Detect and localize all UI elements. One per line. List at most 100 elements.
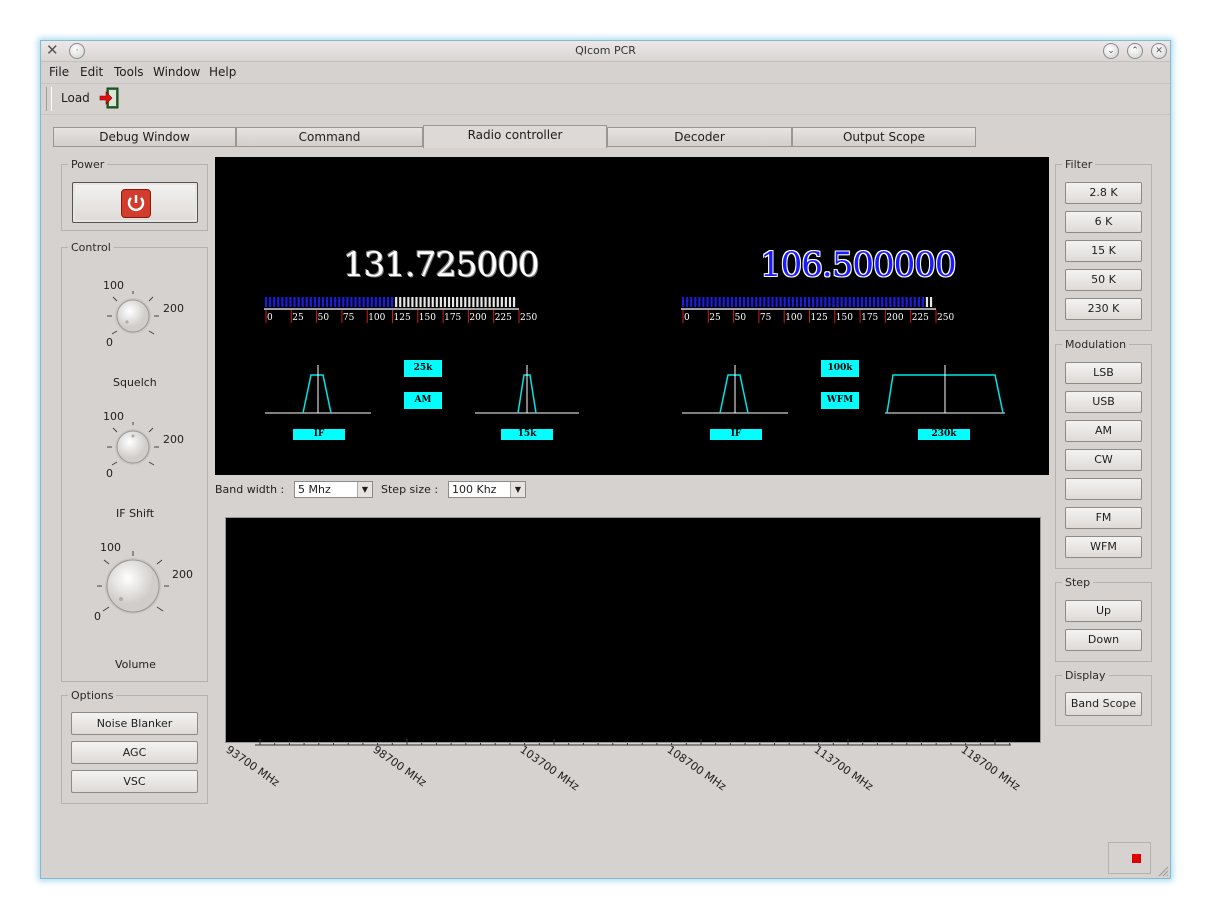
meter-bar: [297, 297, 300, 307]
am-button[interactable]: AM: [1065, 420, 1142, 442]
meter-tick-label: 150: [419, 313, 436, 323]
filter-6k-button[interactable]: 6 K: [1065, 211, 1142, 233]
volume-knob[interactable]: [95, 551, 171, 621]
meter-bar: [901, 297, 904, 307]
meter-bar: [512, 297, 516, 307]
meter-bar: [508, 297, 512, 307]
tab-decoder[interactable]: Decoder: [607, 127, 792, 147]
menu-edit[interactable]: Edit: [80, 65, 103, 79]
receiver-1-step-badge[interactable]: 25k: [404, 360, 442, 377]
meter-bar: [799, 297, 803, 307]
meter-bar: [909, 297, 912, 307]
meter-bar: [285, 297, 288, 307]
band-scope-button[interactable]: Band Scope: [1065, 692, 1142, 716]
meter-tick-label: 200: [886, 313, 903, 323]
chevron-down-icon[interactable]: ▼: [510, 482, 525, 497]
maximize-icon[interactable]: ⌃: [1127, 43, 1143, 59]
lsb-button[interactable]: LSB: [1065, 362, 1142, 384]
close-icon[interactable]: ✕: [1151, 43, 1167, 59]
if-shift-mid-label: 100: [103, 410, 124, 423]
blank-mode-button[interactable]: [1065, 478, 1142, 500]
band-scope-canvas[interactable]: [225, 517, 1041, 743]
meter-bar: [787, 297, 790, 307]
if-shift-min-label: 0: [106, 467, 113, 480]
tab-output-scope[interactable]: Output Scope: [792, 127, 976, 147]
cw-button[interactable]: CW: [1065, 449, 1142, 471]
noise-blanker-button[interactable]: Noise Blanker: [71, 712, 198, 735]
step-up-button[interactable]: Up: [1065, 600, 1142, 622]
meter-bar: [281, 297, 284, 307]
meter-bar: [431, 297, 434, 307]
tab-radio-controller[interactable]: Radio controller: [423, 125, 607, 148]
wfm-button[interactable]: WFM: [1065, 536, 1142, 558]
menu-help[interactable]: Help: [209, 65, 236, 79]
menu-file[interactable]: File: [49, 65, 69, 79]
load-label[interactable]: Load: [61, 91, 90, 105]
vsc-button[interactable]: VSC: [71, 770, 198, 793]
minimize-icon[interactable]: ⌄: [1103, 43, 1119, 59]
meter-tick-label: 75: [760, 313, 772, 323]
power-icon: [121, 189, 151, 218]
meter-bar: [808, 297, 811, 307]
app-window: ✕ · QIcom PCR ⌄ ⌃ ✕ File Edit Tools Wind…: [40, 40, 1171, 879]
meter-bar: [305, 297, 308, 307]
meter-bar: [350, 297, 353, 307]
meter-bar: [338, 297, 341, 307]
receiver-2-step-badge[interactable]: 100k: [821, 360, 859, 377]
meter-bar: [816, 297, 819, 307]
meter-bar: [504, 297, 508, 307]
usb-button[interactable]: USB: [1065, 391, 1142, 413]
meter-bar: [921, 297, 925, 307]
receiver-1-mode-badge[interactable]: AM: [404, 392, 442, 409]
fm-button[interactable]: FM: [1065, 507, 1142, 529]
load-door-icon[interactable]: [99, 87, 119, 109]
meter-bar: [358, 297, 361, 307]
step-down-button[interactable]: Down: [1065, 629, 1142, 651]
meter-bar: [496, 297, 499, 307]
resize-grip-icon[interactable]: [1157, 865, 1169, 877]
meter-bar: [435, 297, 438, 307]
bandwidth-select[interactable]: 5 Mhz ▼: [294, 481, 373, 498]
meter-bar: [840, 297, 843, 307]
meter-bar: [374, 297, 377, 307]
agc-button[interactable]: AGC: [71, 741, 198, 764]
tab-command[interactable]: Command: [236, 127, 423, 147]
meter-tick-label: 250: [520, 313, 537, 323]
meter-bar: [844, 297, 847, 307]
modulation-group-label: Modulation: [1065, 338, 1127, 351]
squelch-200-label: 200: [163, 302, 184, 315]
meter-bar: [439, 297, 442, 307]
meter-bar: [751, 297, 754, 307]
receiver-1-filter-label: 15k: [501, 429, 553, 440]
meter-bar: [500, 297, 503, 307]
meter-bar: [468, 297, 471, 307]
receiver-1-frequency[interactable]: 131.725000: [343, 245, 539, 285]
filter-2-8k-button[interactable]: 2.8 K: [1065, 182, 1142, 204]
power-button[interactable]: [72, 182, 198, 223]
menu-bar: File Edit Tools Window Help: [41, 62, 1170, 82]
toolbar-grip[interactable]: [46, 87, 52, 111]
menu-window[interactable]: Window: [153, 65, 200, 79]
meter-bar: [456, 297, 459, 307]
tab-debug-window[interactable]: Debug Window: [53, 127, 236, 147]
meter-bar: [378, 297, 382, 307]
meter-bar: [730, 297, 733, 307]
if-shift-knob[interactable]: [103, 421, 163, 472]
meter-bar: [856, 297, 859, 307]
record-indicator[interactable]: [1108, 842, 1151, 874]
filter-230k-button[interactable]: 230 K: [1065, 298, 1142, 320]
meter-bar: [889, 297, 892, 307]
receiver-2-if-label: IF: [710, 429, 762, 440]
receiver-2-frequency[interactable]: 106.500000: [760, 245, 956, 285]
meter-bar: [419, 297, 422, 307]
filter-15k-button[interactable]: 15 K: [1065, 240, 1142, 262]
meter-bar: [423, 297, 426, 307]
filter-50k-button[interactable]: 50 K: [1065, 269, 1142, 291]
stepsize-select[interactable]: 100 Khz ▼: [448, 481, 526, 498]
menu-tools[interactable]: Tools: [114, 65, 144, 79]
meter-bar: [346, 297, 349, 307]
squelch-knob[interactable]: [103, 290, 163, 341]
stepsize-value: 100 Khz: [452, 483, 497, 496]
chevron-down-icon[interactable]: ▼: [357, 482, 372, 497]
receiver-2-mode-badge[interactable]: WFM: [821, 392, 859, 409]
